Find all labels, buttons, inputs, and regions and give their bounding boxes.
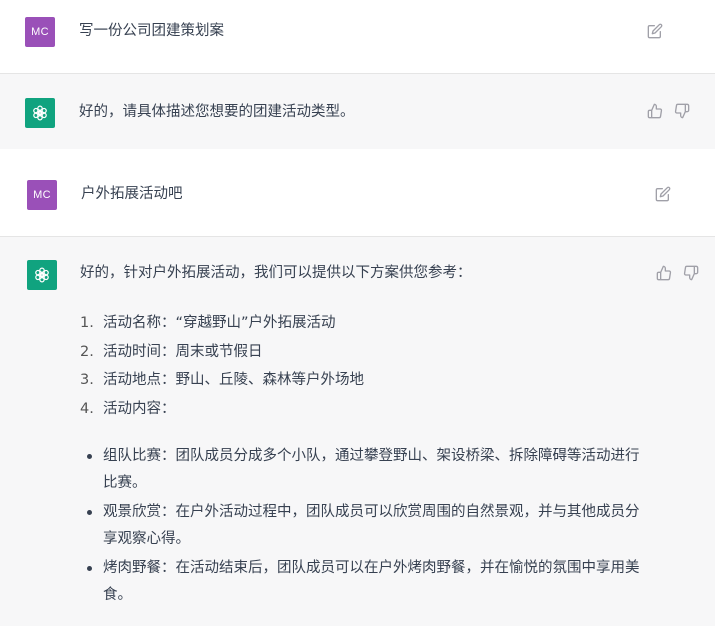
message-actions: [656, 265, 699, 281]
plan-steps-list: 1. 活动名称：“穿越野山”户外拓展活动 2. 活动时间：周末或节假日 3. 活动地点…: [80, 309, 640, 423]
user-message-1: MC 写一份公司团建策划案: [0, 0, 715, 73]
user-message-2: MC 户外拓展活动吧: [0, 149, 715, 237]
assistant-message-1: 好的，请具体描述您想要的团建活动类型。: [0, 73, 715, 149]
edit-icon[interactable]: [647, 23, 663, 39]
assistant-avatar: [27, 260, 57, 290]
user-avatar: MC: [25, 17, 55, 47]
user-avatar-initials: MC: [31, 26, 49, 38]
message-actions: [647, 23, 663, 39]
activity-content-list: 组队比赛：团队成员分成多个小队，通过攀登野山、架设桥梁、拆除障碍等活动进行比赛。…: [86, 443, 651, 611]
thumbs-up-icon[interactable]: [656, 265, 672, 281]
user-message-text: 户外拓展活动吧: [81, 186, 183, 202]
assistant-message-text: 好的，请具体描述您想要的团建活动类型。: [79, 104, 355, 120]
assistant-avatar: [25, 98, 55, 128]
edit-icon[interactable]: [655, 186, 671, 202]
message-actions: [655, 186, 671, 202]
list-item: 4. 活动内容：: [80, 400, 176, 417]
user-avatar: MC: [27, 180, 57, 210]
list-item: 烤肉野餐：在活动结束后，团队成员可以在户外烤肉野餐，并在愉悦的氛围中享用美食。: [86, 555, 651, 609]
list-item: 2. 活动时间：周末或节假日: [80, 343, 263, 360]
assistant-intro-text: 好的，针对户外拓展活动，我们可以提供以下方案供您参考：: [80, 265, 472, 281]
thumbs-down-icon[interactable]: [674, 103, 690, 119]
list-item: 1. 活动名称：“穿越野山”户外拓展活动: [80, 315, 336, 331]
openai-logo-icon: [35, 267, 49, 283]
thumbs-down-icon[interactable]: [683, 265, 699, 281]
user-message-text: 写一份公司团建策划案: [79, 23, 224, 39]
user-avatar-initials: MC: [33, 189, 51, 201]
list-item: 组队比赛：团队成员分成多个小队，通过攀登野山、架设桥梁、拆除障碍等活动进行比赛。: [86, 443, 651, 497]
list-item: 3. 活动地点：野山、丘陵、森林等户外场地: [80, 372, 364, 388]
message-actions: [647, 103, 690, 119]
list-item: 观景欣赏：在户外活动过程中，团队成员可以欣赏周围的自然景观，并与其他成员分享观察…: [86, 499, 651, 553]
thumbs-up-icon[interactable]: [647, 103, 663, 119]
openai-logo-icon: [33, 105, 47, 121]
